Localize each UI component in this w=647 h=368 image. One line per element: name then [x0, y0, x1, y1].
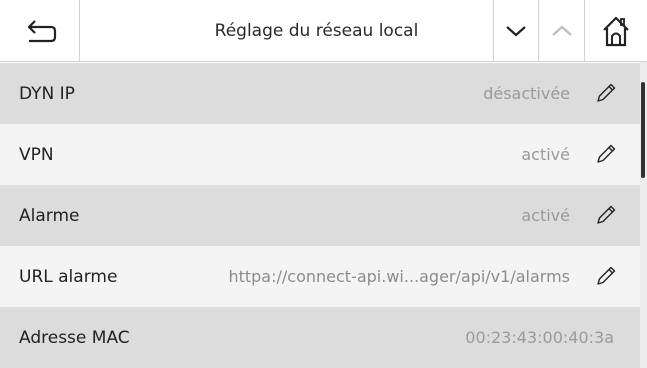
home-button[interactable] — [585, 0, 647, 62]
setting-row-vpn[interactable]: VPN activé — [0, 124, 640, 185]
setting-value: httpa://connect-api.wi...ager/api/v1/ala… — [228, 267, 570, 286]
pencil-icon[interactable] — [594, 264, 618, 288]
setting-value: désactivée — [483, 84, 570, 103]
lan-settings-screen: Réglage du réseau local DYN IP désactivé… — [0, 0, 647, 368]
setting-label: DYN IP — [19, 83, 75, 104]
home-icon — [603, 16, 629, 47]
setting-row-mac-address: Adresse MAC 00:23:43:00:40:3a — [0, 307, 640, 368]
back-arrow-icon — [27, 20, 56, 43]
pencil-icon[interactable] — [594, 203, 618, 227]
chevron-down-icon — [506, 26, 526, 37]
pencil-icon[interactable] — [594, 81, 618, 105]
scrollbar[interactable] — [640, 62, 647, 368]
setting-row-dyn-ip[interactable]: DYN IP désactivée — [0, 63, 640, 124]
pencil-icon[interactable] — [594, 142, 618, 166]
back-button[interactable] — [0, 0, 80, 62]
scroll-up-button[interactable] — [539, 0, 585, 62]
setting-value: activé — [521, 206, 570, 225]
setting-label: Adresse MAC — [19, 327, 130, 348]
chevron-up-icon — [551, 25, 572, 36]
setting-value: 00:23:43:00:40:3a — [465, 328, 614, 347]
setting-value: activé — [521, 145, 570, 164]
header-bar: Réglage du réseau local — [0, 0, 647, 62]
page-title: Réglage du réseau local — [214, 21, 419, 41]
setting-label: VPN — [19, 144, 54, 165]
setting-label: URL alarme — [19, 266, 118, 287]
setting-label: Alarme — [19, 205, 80, 226]
setting-row-alarm-url[interactable]: URL alarme httpa://connect-api.wi...ager… — [0, 246, 640, 307]
scrollbar-thumb[interactable] — [641, 82, 645, 178]
setting-row-alarm[interactable]: Alarme activé — [0, 185, 640, 246]
scroll-down-button[interactable] — [493, 0, 539, 62]
